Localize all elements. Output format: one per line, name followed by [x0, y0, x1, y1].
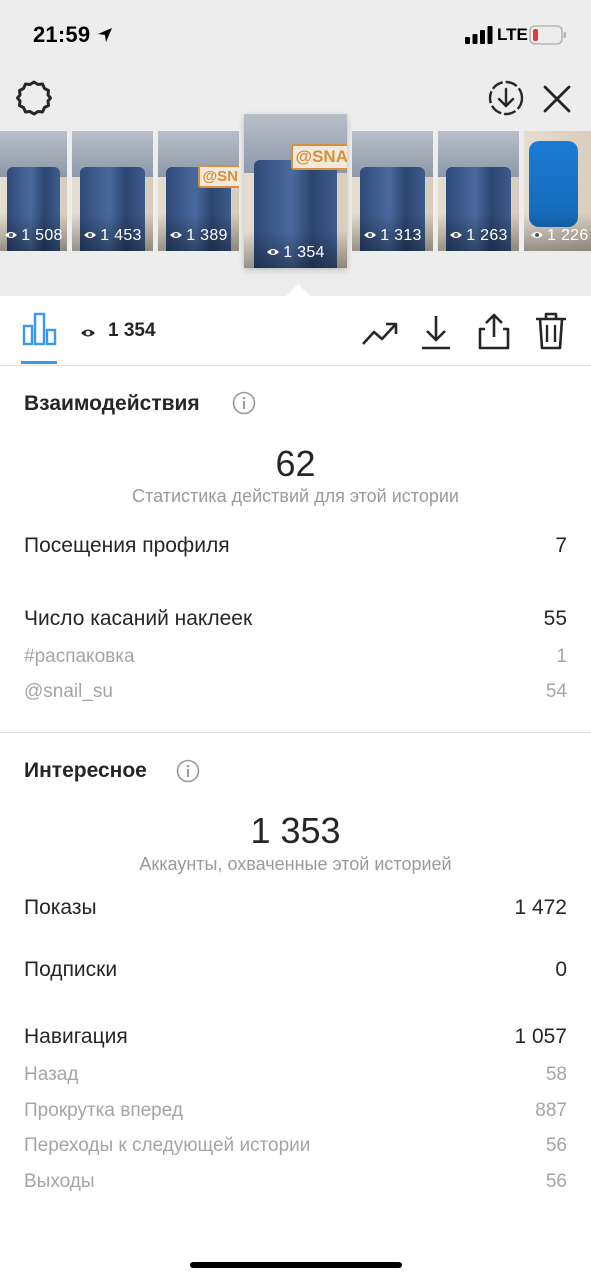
active-tab-indicator	[21, 361, 57, 364]
info-icon[interactable]	[232, 391, 256, 415]
thumbnail-views: 1 508	[21, 227, 63, 244]
mention-sticker: @SNA	[290, 144, 347, 170]
navigation-item-value: 58	[545, 1064, 567, 1085]
mention-sticker: @SN	[197, 165, 239, 188]
interactions-title: Взаимодействия	[24, 392, 200, 415]
reach-total: 1 353	[250, 810, 341, 851]
navigation-item-value: 887	[535, 1100, 567, 1121]
thumbnail-view-count: 1 313	[352, 227, 433, 245]
impressions-label: Показы	[24, 896, 97, 919]
discovery-title: Интересное	[24, 759, 147, 782]
sticker-item-label: @snail_su	[24, 681, 113, 702]
thumbnail-views: 1 263	[466, 227, 508, 244]
navigation-item-label: Выходы	[24, 1171, 95, 1192]
eye-icon	[364, 232, 377, 238]
story-thumbnail[interactable]: @SN 1 389	[158, 131, 239, 251]
location-arrow-icon	[98, 28, 112, 42]
navigation-item-value: 56	[545, 1171, 567, 1192]
eye-icon	[5, 232, 18, 238]
sticker-taps-label: Число касаний наклеек	[24, 607, 253, 630]
section-divider	[0, 732, 591, 733]
follows-label: Подписки	[24, 958, 118, 981]
story-thumbnail[interactable]: 1 226	[524, 131, 591, 251]
eye-icon	[84, 232, 97, 238]
bar-chart-icon[interactable]	[22, 312, 58, 346]
sticker-taps-value: 55	[543, 607, 567, 630]
follows-value: 0	[555, 958, 567, 981]
thumbnail-view-count: 1 453	[72, 227, 153, 245]
impressions-value: 1 472	[514, 896, 567, 919]
network-type: LTE	[497, 25, 528, 44]
eye-icon	[267, 249, 280, 255]
trending-chart-icon[interactable]	[360, 318, 400, 348]
thumbnail-view-count: 1 263	[438, 227, 519, 245]
share-icon[interactable]	[476, 310, 512, 352]
thumbnail-views: 1 453	[100, 227, 142, 244]
eye-icon	[170, 232, 183, 238]
status-time: 21:59	[33, 22, 91, 47]
home-indicator[interactable]	[190, 1262, 402, 1268]
views-count: 1 354	[108, 320, 156, 341]
story-thumbnail[interactable]: 1 263	[438, 131, 519, 251]
navigation-label: Навигация	[24, 1025, 128, 1048]
battery-low-icon	[529, 25, 566, 45]
thumbnail-views: 1 226	[547, 227, 589, 244]
story-thumbnail-selected[interactable]: @SNA 1 354	[244, 114, 347, 268]
info-icon[interactable]	[176, 759, 200, 783]
eye-icon	[531, 232, 543, 238]
cellular-signal-icon	[465, 26, 493, 44]
story-thumbnail[interactable]: 1 508	[0, 131, 67, 251]
interactions-caption: Статистика действий для этой истории	[132, 486, 459, 506]
save-download-circle-icon[interactable]	[486, 78, 526, 118]
navigation-item-label: Прокрутка вперед	[24, 1100, 183, 1121]
navigation-item-label: Назад	[24, 1064, 79, 1085]
navigation-item-value: 56	[545, 1135, 567, 1156]
story-thumbnail[interactable]: 1 313	[352, 131, 433, 251]
download-icon[interactable]	[418, 312, 454, 352]
profile-visits-value: 7	[555, 534, 567, 557]
eye-icon	[450, 232, 463, 238]
thumbnail-views: 1 313	[380, 227, 422, 244]
reach-caption: Аккаунты, охваченные этой историей	[139, 854, 452, 874]
settings-gear-icon[interactable]	[14, 78, 54, 118]
thumbnail-views: 1 354	[283, 244, 325, 261]
thumbnail-view-count: 1 226	[530, 227, 591, 245]
thumbnail-view-count: 1 389	[158, 227, 239, 245]
thumbnail-view-count: 1 508	[0, 227, 67, 245]
trash-icon[interactable]	[532, 310, 570, 352]
sticker-item-label: #распаковка	[24, 646, 135, 667]
close-icon[interactable]	[538, 80, 576, 118]
thumbnail-views: 1 389	[186, 227, 228, 244]
profile-visits-label: Посещения профиля	[24, 534, 230, 557]
interactions-total: 62	[275, 443, 316, 484]
story-thumbnail[interactable]: 1 453	[72, 131, 153, 251]
thumbnail-view-count: 1 354	[244, 244, 347, 262]
sticker-item-value: 54	[545, 681, 567, 702]
navigation-value: 1 057	[514, 1025, 567, 1048]
navigation-item-label: Переходы к следующей истории	[24, 1135, 311, 1156]
sticker-item-value: 1	[556, 646, 567, 667]
eye-icon	[81, 329, 95, 337]
